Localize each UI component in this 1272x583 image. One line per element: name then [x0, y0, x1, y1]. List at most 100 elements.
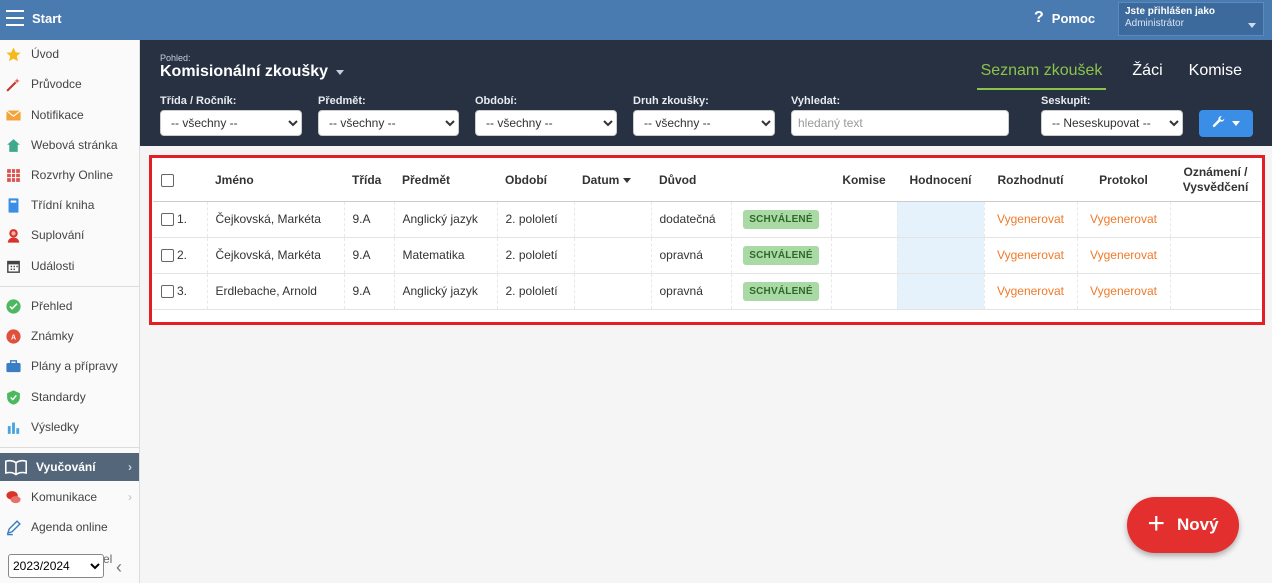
table-row[interactable]: 2. Čejkovská, Markéta 9.A Matematika 2. …	[153, 237, 1261, 274]
filter-period-select[interactable]: -- všechny --	[475, 110, 617, 136]
generate-protocol-link[interactable]: Vygenerovat	[1090, 248, 1157, 262]
generate-protocol-link[interactable]: Vygenerovat	[1090, 212, 1157, 226]
cell-subject: Anglický jazyk	[394, 273, 498, 310]
row-number: 3.	[177, 284, 188, 299]
filter-exam-type-select[interactable]: -- všechny --	[633, 110, 775, 136]
filter-subject-select[interactable]: -- všechny --	[318, 110, 459, 136]
generate-decision-link[interactable]: Vygenerovat	[997, 284, 1064, 298]
star-icon	[5, 46, 22, 63]
sidebar-item-tridni-kniha[interactable]: Třídní kniha	[0, 191, 139, 219]
column-header-name[interactable]: Jméno	[207, 159, 344, 202]
generate-protocol-link[interactable]: Vygenerovat	[1090, 284, 1157, 298]
help-label: Pomoc	[1051, 10, 1096, 26]
cell-committee[interactable]	[831, 273, 898, 310]
cell-certificate	[1170, 237, 1261, 274]
sidebar-item-label: Webová stránka	[31, 138, 118, 152]
row-checkbox[interactable]	[161, 248, 174, 262]
school-year-select[interactable]: 2023/2024	[8, 554, 104, 578]
sidebar-item-pruvodce[interactable]: Průvodce	[0, 70, 139, 98]
filter-subject: Předmět: -- všechny --	[318, 95, 459, 136]
sidebar-item-label: Úvod	[31, 47, 60, 61]
column-header-date-label: Datum	[582, 172, 620, 187]
column-header-certificate[interactable]: Oznámení / Vysvědčení	[1170, 159, 1261, 202]
table-row[interactable]: 3. Erdlebache, Arnold 9.A Anglický jazyk…	[153, 273, 1261, 310]
table-row[interactable]: 1. Čejkovská, Markéta 9.A Anglický jazyk…	[153, 201, 1261, 238]
sidebar-item-udalosti[interactable]: Události	[0, 252, 139, 280]
select-all-cell	[153, 159, 207, 202]
sidebar-item-webova-stranka[interactable]: Webová stránka	[0, 131, 139, 159]
tab-seznam-zkousek[interactable]: Seznam zkoušek	[976, 62, 1107, 90]
column-header-protocol[interactable]: Protokol	[1077, 159, 1170, 202]
filter-group-select[interactable]: -- Neseskupovat --	[1041, 110, 1183, 136]
app-title[interactable]: Start	[32, 11, 62, 26]
filter-period: Období: -- všechny --	[475, 95, 617, 136]
sidebar-item-label: Agenda online	[31, 520, 108, 534]
status-badge: SCHVÁLENÉ	[743, 281, 819, 301]
filter-class-select[interactable]: -- všechny --	[160, 110, 302, 136]
status-badge: SCHVÁLENÉ	[743, 209, 819, 229]
column-header-grading[interactable]: Hodnocení	[897, 159, 984, 202]
cell-protocol: Vygenerovat	[1077, 237, 1171, 274]
sidebar-item-label: Výsledky	[31, 420, 80, 434]
column-header-class[interactable]: Třída	[344, 159, 394, 202]
cell-status: SCHVÁLENÉ	[731, 273, 832, 310]
sidebar-item-label: Plány a přípravy	[31, 359, 118, 373]
generate-decision-link[interactable]: Vygenerovat	[997, 212, 1064, 226]
column-header-decision[interactable]: Rozhodnutí	[984, 159, 1077, 202]
generate-decision-link[interactable]: Vygenerovat	[997, 248, 1064, 262]
collapse-sidebar-icon[interactable]: ‹	[116, 557, 122, 578]
sidebar-item-label: el	[103, 552, 113, 566]
sidebar-item-notifikace[interactable]: Notifikace	[0, 101, 139, 129]
wrench-icon	[1212, 115, 1226, 132]
cell-grading[interactable]	[897, 201, 985, 238]
cell-committee[interactable]	[831, 237, 898, 274]
column-header-date[interactable]: Datum	[574, 159, 651, 202]
sidebar-item-rozvrhy-online[interactable]: Rozvrhy Online	[0, 161, 139, 189]
select-all-checkbox[interactable]	[161, 173, 174, 187]
row-select-cell: 2.	[153, 237, 208, 274]
view-selector[interactable]: Komisionální zkoušky	[160, 63, 345, 81]
cell-committee[interactable]	[831, 201, 898, 238]
cell-grading[interactable]	[897, 237, 985, 274]
new-button-label: Nový	[1176, 515, 1219, 534]
column-header-committee[interactable]: Komise	[831, 159, 897, 202]
column-header-subject[interactable]: Předmět	[394, 159, 497, 202]
cell-reason: opravná	[651, 237, 732, 274]
hamburger-menu-icon[interactable]	[6, 10, 24, 26]
sidebar-item-vysledky[interactable]: Výsledky	[0, 413, 139, 441]
sidebar-item-komunikace[interactable]: Komunikace ›	[0, 483, 139, 511]
sidebar-item-suplovani[interactable]: Suplování	[0, 221, 139, 249]
cell-grading[interactable]	[897, 273, 985, 310]
column-header-reason[interactable]: Důvod	[651, 159, 731, 202]
sidebar-item-standardy[interactable]: Standardy	[0, 383, 139, 411]
help-link[interactable]: ? Pomoc	[1034, 9, 1095, 27]
user-role: Administrátor	[1125, 18, 1184, 29]
sidebar-item-prehled[interactable]: Přehled	[0, 292, 139, 320]
person-icon	[5, 227, 22, 244]
new-exam-button[interactable]: + Nový	[1127, 497, 1239, 553]
sidebar-item-agenda-online[interactable]: Agenda online	[0, 513, 139, 541]
tab-zaci[interactable]: Žáci	[1132, 62, 1162, 90]
question-mark-icon: ?	[1034, 9, 1044, 26]
sidebar-item-label: Vyučování	[36, 460, 96, 474]
tab-komise[interactable]: Komise	[1189, 62, 1242, 90]
sidebar-item-znamky[interactable]: A Známky	[0, 322, 139, 350]
sidebar-item-label: Události	[31, 259, 75, 273]
filter-exam-type: Druh zkoušky: -- všechny --	[633, 95, 775, 136]
column-header-period[interactable]: Období	[497, 159, 574, 202]
calendar-icon	[5, 258, 22, 275]
sidebar-item-vyucovani[interactable]: Vyučování ›	[0, 453, 139, 481]
row-number: 1.	[177, 212, 188, 227]
filter-search: Vyhledat:	[791, 95, 1009, 136]
view-tabs: Seznam zkoušek Žáci Komise	[976, 62, 1242, 90]
sidebar-item-label: Rozvrhy Online	[31, 168, 114, 182]
calendar-grid-icon	[5, 167, 22, 184]
sidebar-item-uvod[interactable]: Úvod	[0, 40, 139, 68]
tools-button[interactable]	[1199, 110, 1253, 137]
search-input[interactable]	[791, 110, 1009, 136]
row-checkbox[interactable]	[161, 212, 174, 226]
row-checkbox[interactable]	[161, 284, 174, 298]
user-menu[interactable]: Jste přihlášen jako Administrátor	[1118, 2, 1264, 36]
cell-protocol: Vygenerovat	[1077, 201, 1171, 238]
sidebar-item-plany-a-pripravy[interactable]: Plány a přípravy	[0, 352, 139, 380]
